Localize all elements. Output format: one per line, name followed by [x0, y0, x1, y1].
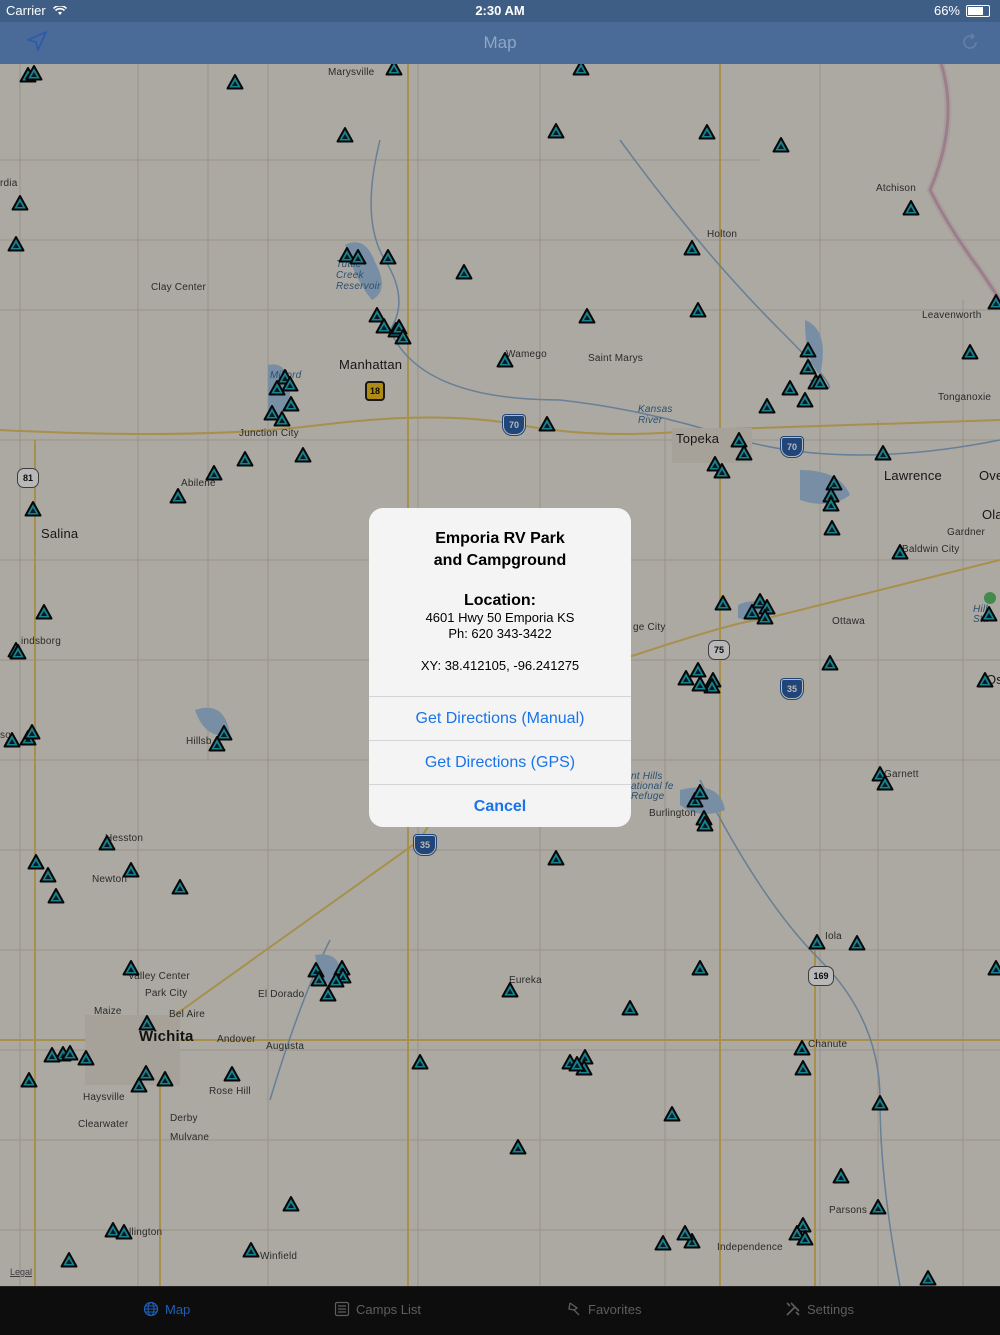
phone-text: Ph: 620 343-3422 [448, 626, 552, 641]
status-bar: Carrier 2:30 AM 66% [0, 0, 1000, 22]
alert-title: Emporia RV Park and Campground [369, 528, 631, 572]
alert-actions: Get Directions (Manual) Get Directions (… [369, 696, 631, 827]
refresh-icon[interactable] [960, 32, 980, 57]
get-directions-manual-button[interactable]: Get Directions (Manual) [369, 696, 631, 740]
cancel-button[interactable]: Cancel [369, 784, 631, 827]
battery-percent: 66% [933, 3, 960, 18]
globe-icon [143, 1301, 159, 1317]
tab-bar: Map Camps List Favorites Settings [0, 1286, 1000, 1335]
clock: 2:30 AM [475, 3, 525, 18]
tab-label: Map [165, 1301, 191, 1317]
coordinates-text: XY: 38.412105, -96.241275 [420, 658, 580, 673]
list-icon [334, 1301, 350, 1317]
navigation-bar: Map [0, 22, 1000, 64]
tab-settings[interactable]: Settings [785, 1301, 854, 1317]
battery-indicator: 66% [934, 3, 990, 18]
battery-icon [966, 4, 990, 17]
tools-icon [786, 1302, 800, 1316]
alert-title-line: and Campground [433, 552, 567, 569]
tab-label: Settings [807, 1301, 854, 1317]
page-title: Map [483, 33, 517, 52]
tab-label: Favorites [588, 1301, 642, 1317]
tab-favorites[interactable]: Favorites [566, 1301, 641, 1317]
location-heading: Location: [464, 592, 536, 609]
tab-camps-list[interactable]: Camps List [334, 1301, 421, 1317]
alert-title-line: Emporia RV Park [435, 530, 565, 547]
tab-label: Camps List [356, 1301, 422, 1317]
campground-alert-dialog: Emporia RV Park and Campground Location:… [369, 508, 631, 827]
address-text: 4601 Hwy 50 Emporia KS [425, 610, 575, 625]
tab-map[interactable]: Map [143, 1301, 190, 1317]
pin-icon [568, 1302, 580, 1316]
get-directions-gps-button[interactable]: Get Directions (GPS) [369, 740, 631, 784]
